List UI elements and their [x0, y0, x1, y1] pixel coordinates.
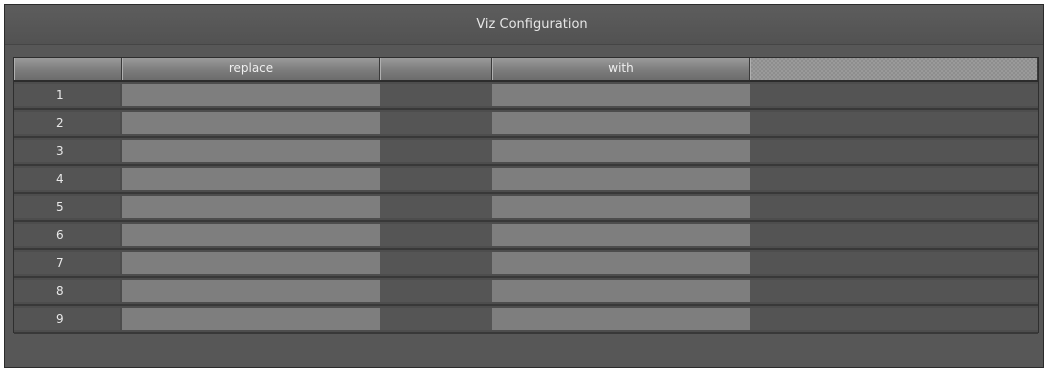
table-row[interactable]: 9	[14, 306, 1038, 334]
replace-field[interactable]	[122, 168, 380, 190]
row-index: 5	[14, 196, 120, 218]
column-header-with[interactable]: with	[492, 58, 750, 80]
row-index: 3	[14, 140, 120, 162]
row-index: 7	[14, 252, 120, 274]
filler-cell	[750, 112, 1038, 134]
filler-cell	[750, 252, 1038, 274]
row-index: 1	[14, 84, 120, 106]
filler-cell	[750, 308, 1038, 330]
blank-cell	[380, 140, 492, 162]
with-field[interactable]	[492, 308, 750, 330]
blank-cell	[380, 224, 492, 246]
filler-cell	[750, 196, 1038, 218]
replace-field[interactable]	[122, 280, 380, 302]
replace-field[interactable]	[122, 140, 380, 162]
row-index: 4	[14, 168, 120, 190]
with-field[interactable]	[492, 140, 750, 162]
with-field[interactable]	[492, 196, 750, 218]
replace-field[interactable]	[122, 308, 380, 330]
with-field[interactable]	[492, 252, 750, 274]
table-row[interactable]: 7	[14, 250, 1038, 278]
blank-cell	[380, 252, 492, 274]
title-bar[interactable]: Viz Configuration	[5, 5, 1043, 45]
viz-configuration-window: Viz Configuration replace with 1 2 3 4 5 6 7 8 9	[4, 4, 1044, 368]
window-title: Viz Configuration	[476, 17, 588, 32]
with-field[interactable]	[492, 280, 750, 302]
column-header-blank[interactable]	[380, 58, 492, 80]
with-field[interactable]	[492, 112, 750, 134]
table-row[interactable]: 8	[14, 278, 1038, 306]
row-index: 6	[14, 224, 120, 246]
row-index: 9	[14, 308, 120, 330]
table-row[interactable]: 3	[14, 138, 1038, 166]
table-row[interactable]: 4	[14, 166, 1038, 194]
filler-cell	[750, 168, 1038, 190]
table-row[interactable]: 5	[14, 194, 1038, 222]
table-row[interactable]: 2	[14, 110, 1038, 138]
column-header-filler	[750, 58, 1038, 80]
table-row[interactable]: 6	[14, 222, 1038, 250]
with-field[interactable]	[492, 224, 750, 246]
replacement-table: replace with 1 2 3 4 5 6 7 8 9	[13, 57, 1039, 334]
column-header-replace[interactable]: replace	[122, 58, 380, 80]
with-field[interactable]	[492, 168, 750, 190]
filler-cell	[750, 280, 1038, 302]
blank-cell	[380, 112, 492, 134]
row-index: 8	[14, 280, 120, 302]
with-field[interactable]	[492, 84, 750, 106]
blank-cell	[380, 308, 492, 330]
table-row[interactable]: 1	[14, 82, 1038, 110]
column-header-index[interactable]	[14, 58, 122, 80]
replace-field[interactable]	[122, 252, 380, 274]
table-body: 1 2 3 4 5 6 7 8 9	[14, 82, 1038, 334]
filler-cell	[750, 224, 1038, 246]
filler-cell	[750, 140, 1038, 162]
blank-cell	[380, 280, 492, 302]
blank-cell	[380, 168, 492, 190]
replace-field[interactable]	[122, 112, 380, 134]
replace-field[interactable]	[122, 224, 380, 246]
replace-field[interactable]	[122, 196, 380, 218]
blank-cell	[380, 196, 492, 218]
blank-cell	[380, 84, 492, 106]
replace-field[interactable]	[122, 84, 380, 106]
row-index: 2	[14, 112, 120, 134]
table-header-row: replace with	[14, 58, 1038, 82]
filler-cell	[750, 84, 1038, 106]
